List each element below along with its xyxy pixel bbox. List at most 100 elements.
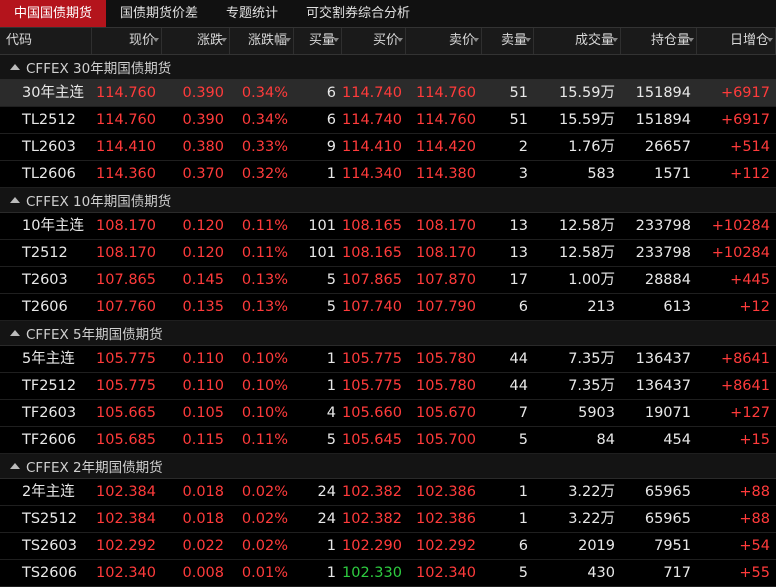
col-bid-volume[interactable]: 买量: [294, 28, 342, 54]
col-bid-price[interactable]: 买价: [342, 28, 406, 54]
row-volume: 3.22万: [568, 484, 615, 500]
sort-arrow-icon: [688, 38, 694, 42]
row-daily-oi-change: +88: [739, 484, 770, 500]
group-header[interactable]: CFFEX 30年期国债期货: [0, 55, 776, 80]
table-row[interactable]: TL2512 114.760 0.390 0.34% 6 114.740 114.760 51…: [0, 107, 776, 134]
row-ask-price: 114.420: [416, 139, 476, 155]
row-bid-volume: 5: [326, 272, 336, 288]
row-price: 105.775: [96, 351, 156, 367]
row-price: 114.760: [96, 85, 156, 101]
col-ask-volume[interactable]: 卖量: [482, 28, 534, 54]
row-ask-volume: 6: [518, 538, 528, 554]
table-row[interactable]: TF2512 105.775 0.110 0.10% 1 105.775 105.780 44…: [0, 373, 776, 400]
table-row[interactable]: TF2603 105.665 0.105 0.10% 4 105.660 105.670 7 5…: [0, 400, 776, 427]
sort-arrow-icon: [221, 38, 227, 42]
row-code: 30年主连: [22, 85, 84, 101]
group-header[interactable]: CFFEX 5年期国债期货: [0, 321, 776, 346]
col-change[interactable]: 涨跌: [162, 28, 230, 54]
table-row[interactable]: 30年主连 114.760 0.390 0.34% 6 114.740 114.760 51 1…: [0, 80, 776, 107]
table-row[interactable]: T2606 107.760 0.135 0.13% 5 107.740 107.790 6 21…: [0, 294, 776, 321]
col-change-pct[interactable]: 涨跌幅: [230, 28, 294, 54]
row-ask-volume: 3: [518, 166, 528, 182]
collapse-triangle-icon[interactable]: [10, 330, 20, 336]
table-row[interactable]: TF2606 105.685 0.115 0.11% 5 105.645 105.700 5 8…: [0, 427, 776, 454]
row-code: TF2512: [22, 378, 77, 394]
row-price: 105.685: [96, 432, 156, 448]
group-title: CFFEX 2年期国债期货: [26, 460, 163, 476]
table-row[interactable]: 10年主连 108.170 0.120 0.11% 101 108.165 108.170 1…: [0, 213, 776, 240]
table-row[interactable]: T2603 107.865 0.145 0.13% 5 107.865 107.870 17 1…: [0, 267, 776, 294]
row-ask-volume: 1: [518, 484, 528, 500]
row-bid-price: 105.660: [342, 405, 402, 421]
group-header[interactable]: CFFEX 2年期国债期货: [0, 454, 776, 479]
row-change: 0.120: [182, 218, 224, 234]
table-header: 代码 现价 涨跌 涨跌幅 买量 买价 卖价 卖量 成交量 持仓量 日增仓: [0, 28, 776, 55]
table-row[interactable]: T2512 108.170 0.120 0.11% 101 108.165 108.170 1…: [0, 240, 776, 267]
table-row[interactable]: TS2606 102.340 0.008 0.01% 1 102.330 102.340 5 4…: [0, 560, 776, 587]
col-volume[interactable]: 成交量: [534, 28, 621, 54]
row-open-interest: 1571: [654, 166, 691, 182]
row-daily-oi-change: +6917: [720, 112, 770, 128]
tab-topic-stats[interactable]: 专题统计: [212, 0, 292, 27]
row-volume: 1.76万: [568, 139, 615, 155]
table-row[interactable]: TS2603 102.292 0.022 0.02% 1 102.290 102.292 6 2…: [0, 533, 776, 560]
col-ask-price[interactable]: 卖价: [406, 28, 482, 54]
row-daily-oi-change: +514: [730, 139, 770, 155]
group-header[interactable]: CFFEX 10年期国债期货: [0, 188, 776, 213]
table-row[interactable]: 2年主连 102.384 0.018 0.02% 24 102.382 102.386 1 3.…: [0, 479, 776, 506]
table-row[interactable]: TL2606 114.360 0.370 0.32% 1 114.340 114.380 3 5…: [0, 161, 776, 188]
row-volume: 7.35万: [568, 378, 615, 394]
collapse-triangle-icon[interactable]: [10, 197, 20, 203]
row-bid-price: 108.165: [342, 218, 402, 234]
row-change-pct: 0.32%: [241, 166, 288, 182]
table-row[interactable]: TL2603 114.410 0.380 0.33% 9 114.410 114.420 2 1…: [0, 134, 776, 161]
row-open-interest: 19071: [644, 405, 691, 421]
col-daily-oi-change[interactable]: 日增仓: [697, 28, 776, 54]
row-change-pct: 0.34%: [241, 85, 288, 101]
row-bid-price: 107.865: [342, 272, 402, 288]
row-price: 114.410: [96, 139, 156, 155]
row-price: 108.170: [96, 245, 156, 261]
row-bid-price: 102.290: [342, 538, 402, 554]
col-code[interactable]: 代码: [0, 28, 92, 54]
row-change: 0.390: [182, 85, 224, 101]
collapse-triangle-icon[interactable]: [10, 463, 20, 469]
row-volume: 15.59万: [558, 112, 615, 128]
group-title: CFFEX 30年期国债期货: [26, 61, 172, 77]
row-price: 105.775: [96, 378, 156, 394]
tab-deliverable-analysis[interactable]: 可交割券综合分析: [292, 0, 424, 27]
collapse-triangle-icon[interactable]: [10, 64, 20, 70]
row-change: 0.022: [182, 538, 224, 554]
row-volume: 12.58万: [558, 245, 615, 261]
row-daily-oi-change: +8641: [720, 378, 770, 394]
row-bid-price: 114.410: [342, 139, 402, 155]
tab-cn-bond-futures[interactable]: 中国国债期货: [0, 0, 107, 27]
row-ask-price: 107.790: [416, 299, 476, 315]
row-change: 0.120: [182, 245, 224, 261]
row-code: 2年主连: [22, 484, 75, 500]
row-daily-oi-change: +6917: [720, 85, 770, 101]
row-daily-oi-change: +127: [730, 405, 770, 421]
row-change-pct: 0.10%: [241, 405, 288, 421]
table-row[interactable]: TS2512 102.384 0.018 0.02% 24 102.382 102.386 1…: [0, 506, 776, 533]
group-title: CFFEX 5年期国债期货: [26, 327, 163, 343]
row-bid-volume: 5: [326, 432, 336, 448]
row-change: 0.370: [182, 166, 224, 182]
row-open-interest: 65965: [644, 484, 691, 500]
row-ask-price: 105.780: [416, 378, 476, 394]
row-code: TL2603: [22, 139, 76, 155]
row-ask-volume: 6: [518, 299, 528, 315]
col-price[interactable]: 现价: [92, 28, 162, 54]
table-row[interactable]: 5年主连 105.775 0.110 0.10% 1 105.775 105.780 44 7.…: [0, 346, 776, 373]
row-bid-volume: 9: [326, 139, 336, 155]
tab-bond-futures-spread[interactable]: 国债期货价差: [106, 0, 212, 27]
row-bid-volume: 1: [326, 565, 336, 581]
row-daily-oi-change: +54: [739, 538, 770, 554]
row-ask-volume: 13: [509, 245, 528, 261]
row-price: 102.384: [96, 484, 156, 500]
row-bid-price: 105.775: [342, 378, 402, 394]
row-volume: 583: [587, 166, 615, 182]
col-open-interest[interactable]: 持仓量: [621, 28, 697, 54]
row-volume: 1.00万: [568, 272, 615, 288]
row-change-pct: 0.33%: [241, 139, 288, 155]
